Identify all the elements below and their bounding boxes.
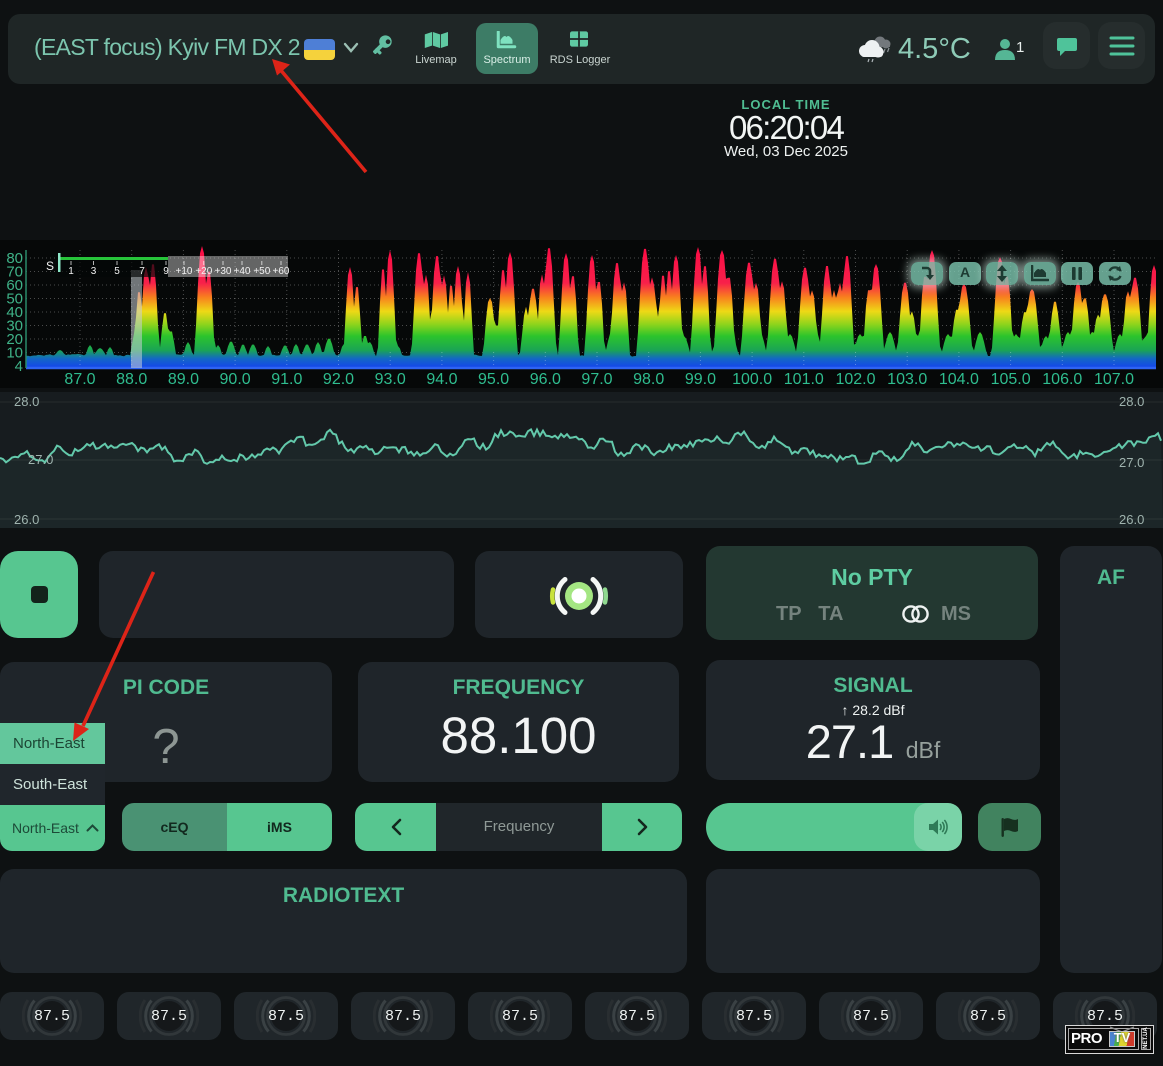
svg-text:91.0: 91.0 (271, 371, 302, 388)
svg-text:97.0: 97.0 (581, 371, 612, 388)
svg-text:101.0: 101.0 (784, 371, 824, 388)
svg-text:+60: +60 (273, 266, 290, 277)
svg-text:106.0: 106.0 (1042, 371, 1082, 388)
svg-text:28.0: 28.0 (1119, 394, 1144, 409)
svg-text:28.0: 28.0 (14, 394, 39, 409)
svg-text:+30: +30 (215, 266, 232, 277)
svg-text:104.0: 104.0 (939, 371, 979, 388)
svg-text:88.0: 88.0 (116, 371, 147, 388)
svg-text:93.0: 93.0 (375, 371, 406, 388)
svg-text:3: 3 (91, 266, 97, 277)
svg-text:26.0: 26.0 (1119, 512, 1144, 527)
svg-text:26.0: 26.0 (14, 512, 39, 527)
svg-text:107.0: 107.0 (1094, 371, 1134, 388)
svg-text:4: 4 (15, 358, 23, 375)
svg-text:27.0: 27.0 (1119, 455, 1144, 470)
svg-text:9: 9 (163, 266, 169, 277)
svg-text:+50: +50 (253, 266, 270, 277)
svg-text:96.0: 96.0 (530, 371, 561, 388)
svg-text:105.0: 105.0 (991, 371, 1031, 388)
svg-text:102.0: 102.0 (835, 371, 875, 388)
svg-text:7: 7 (139, 266, 145, 277)
svg-text:S: S (46, 259, 54, 273)
svg-text:99.0: 99.0 (685, 371, 716, 388)
svg-text:100.0: 100.0 (732, 371, 772, 388)
svg-text:92.0: 92.0 (323, 371, 354, 388)
svg-text:+20: +20 (195, 266, 212, 277)
svg-text:27.0: 27.0 (28, 452, 53, 467)
svg-text:94.0: 94.0 (426, 371, 457, 388)
svg-text:+10: +10 (176, 266, 193, 277)
svg-text:87.0: 87.0 (64, 371, 95, 388)
svg-text:103.0: 103.0 (887, 371, 927, 388)
svg-text:90.0: 90.0 (220, 371, 251, 388)
svg-text:89.0: 89.0 (168, 371, 199, 388)
svg-text:+40: +40 (234, 266, 251, 277)
svg-text:95.0: 95.0 (478, 371, 509, 388)
svg-text:5: 5 (114, 266, 120, 277)
svg-text:1: 1 (68, 266, 74, 277)
svg-text:98.0: 98.0 (633, 371, 664, 388)
